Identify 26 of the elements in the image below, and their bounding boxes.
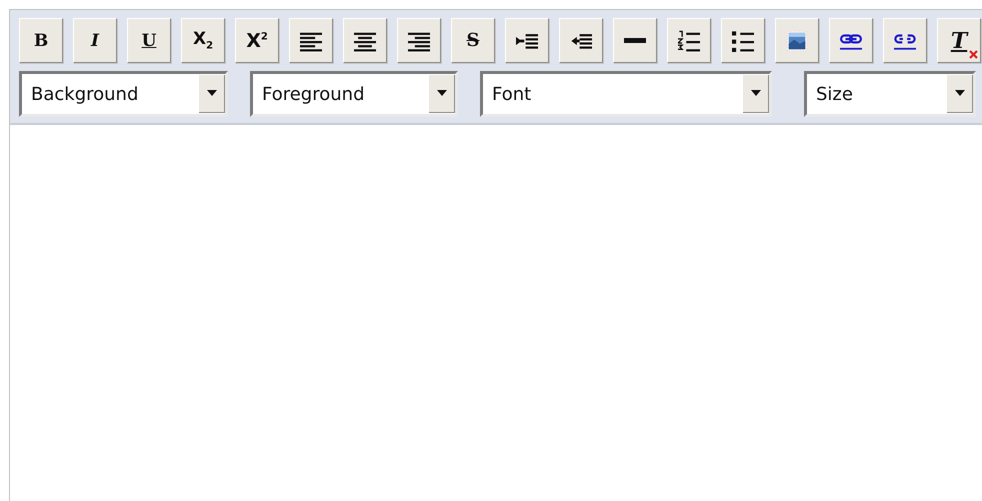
background-color-select[interactable]: Background [19,71,228,117]
numbered-list-button[interactable] [667,18,711,63]
subscript-button[interactable]: X$_{2}$ [181,18,225,63]
align-right-button[interactable] [397,18,441,63]
text-color-select[interactable]: Foreground [250,71,458,117]
numbered-list-icon [678,30,700,52]
underline-button[interactable]: U [127,18,171,63]
unlink-button[interactable] [883,18,927,63]
indent-button[interactable] [505,18,549,63]
cross-icon [969,50,978,59]
bold-button[interactable]: B [19,18,63,63]
strikethrough-button[interactable]: S [451,18,495,63]
horizontal-rule-button[interactable] [613,18,657,63]
bullet-list-icon [732,30,754,52]
link-button[interactable] [829,18,873,63]
outdent-button[interactable] [559,18,603,63]
bullet-list-button[interactable] [721,18,765,63]
superscript-button[interactable]: X$^{2}$ [235,18,279,63]
insert-image-button[interactable] [775,18,819,63]
image-icon [786,30,808,52]
size-select[interactable]: Size [804,71,976,117]
align-center-button[interactable] [343,18,387,63]
font-select[interactable]: Font [480,71,772,117]
align-left-button[interactable] [289,18,333,63]
italic-button[interactable]: I [73,18,117,63]
clear-formatting-button[interactable]: T [937,18,981,63]
